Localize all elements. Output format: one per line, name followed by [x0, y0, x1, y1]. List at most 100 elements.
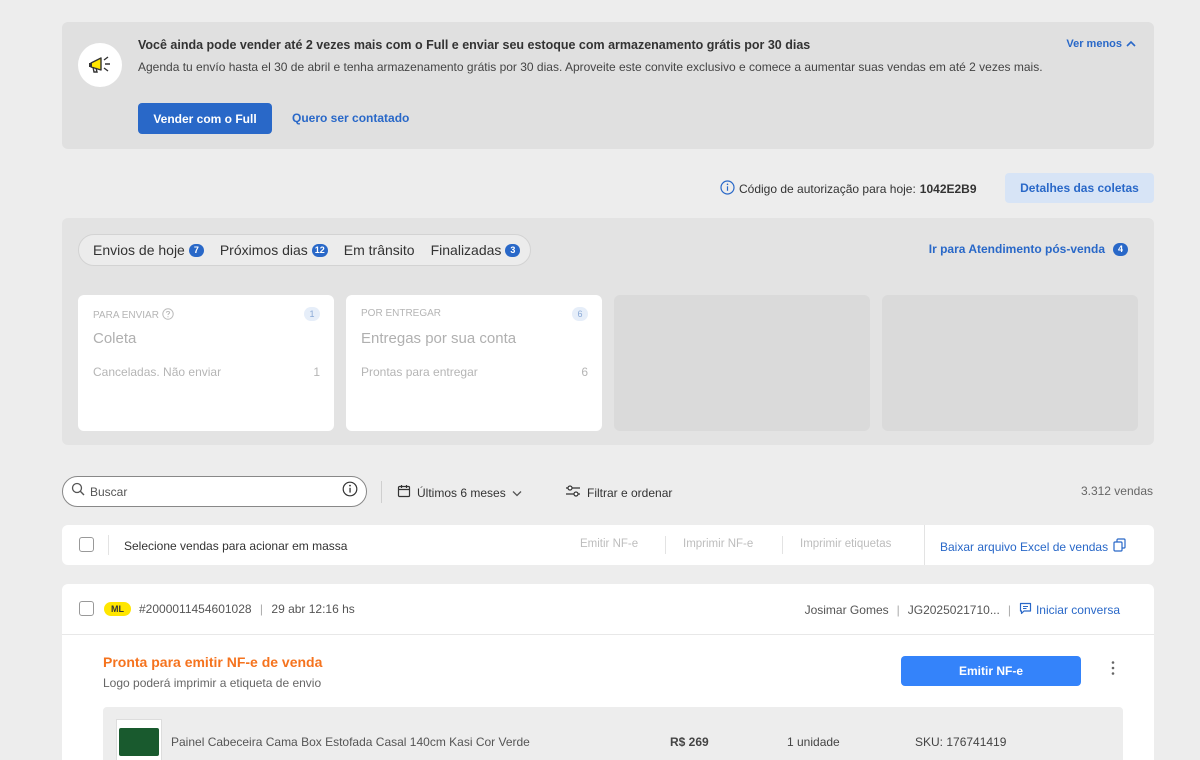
divider — [924, 525, 925, 565]
ml-badge: ML — [104, 602, 131, 616]
card-row[interactable]: Prontas para entregar 6 — [361, 365, 588, 379]
info-icon — [720, 180, 735, 198]
order-card: ML #2000011454601028 | 29 abr 12:16 hs J… — [62, 584, 1154, 760]
chat-icon — [1019, 602, 1032, 618]
tab-count-badge: 12 — [311, 243, 328, 257]
buyer-code: JG2025021710... — [907, 603, 1000, 617]
card-row-label: Canceladas. Não enviar — [93, 365, 222, 379]
bulk-actions-bar: Selecione vendas para acionar em massa E… — [62, 525, 1154, 565]
chevron-up-icon — [1126, 38, 1136, 50]
order-status-title: Pronta para emitir NF-e de venda — [103, 654, 323, 670]
order-buyer-info: Josimar Gomes | JG2025021710... | Inicia… — [805, 602, 1120, 618]
post-sale-label: Ir para Atendimento pós-venda — [928, 242, 1105, 256]
pickup-details-button[interactable]: Detalhes das coletas — [1005, 173, 1154, 203]
sales-count: 3.312 vendas — [1080, 484, 1153, 498]
tab-label: Em trânsito — [343, 242, 415, 258]
card-row-label: Prontas para entregar — [361, 365, 478, 379]
divider — [381, 481, 382, 503]
copy-icon — [1113, 538, 1126, 555]
bulk-label: Selecione vendas para acionar em massa — [124, 539, 348, 553]
card-title: Coleta — [93, 330, 137, 347]
more-options-icon[interactable] — [1111, 660, 1115, 680]
card-label: POR ENTREGAR — [361, 308, 441, 319]
bulk-print-nfe[interactable]: Imprimir NF-e — [683, 538, 753, 550]
sliders-icon — [565, 484, 581, 501]
order-header: ML #2000011454601028 | 29 abr 12:16 hs J… — [62, 584, 1154, 635]
order-id-date: #2000011454601028 | 29 abr 12:16 hs — [139, 602, 355, 616]
separator: | — [896, 603, 900, 617]
bulk-emit-nfe[interactable]: Emitir NF-e — [580, 538, 638, 550]
authorization-code: Código de autorização para hoje: 1042E2B… — [720, 180, 977, 198]
banner-title: Você ainda pode vender até 2 vezes mais … — [138, 38, 811, 52]
shipments-panel: Envios de hoje 7 Próximos dias 12 Em trâ… — [62, 218, 1154, 445]
card-row-value: 1 — [313, 365, 320, 379]
search-box[interactable] — [62, 476, 367, 507]
tab-in-transit[interactable]: Em trânsito — [344, 242, 415, 258]
order-date: 29 abr 12:16 hs — [271, 602, 355, 616]
post-sale-link[interactable]: Ir para Atendimento pós-venda 4 — [929, 242, 1128, 256]
shipment-tabs: Envios de hoje 7 Próximos dias 12 Em trâ… — [78, 234, 532, 266]
order-checkbox[interactable] — [79, 601, 94, 616]
tab-today[interactable]: Envios de hoje 7 — [93, 242, 204, 258]
divider — [782, 536, 783, 554]
post-sale-badge: 4 — [1113, 242, 1128, 256]
separator: | — [259, 602, 264, 616]
tab-label: Finalizadas — [430, 242, 502, 258]
filter-sort-button[interactable]: Filtrar e ordenar — [565, 484, 672, 501]
start-chat-link[interactable]: Iniciar conversa — [1019, 602, 1120, 618]
search-input[interactable] — [90, 484, 342, 499]
card-placeholder — [882, 295, 1138, 431]
card-to-deliver[interactable]: POR ENTREGAR 6 Entregas por sua conta Pr… — [346, 295, 602, 431]
product-sku: SKU: 176741419 — [915, 735, 1007, 749]
see-less-label: Ver menos — [1066, 38, 1122, 50]
card-row-value: 6 — [581, 365, 588, 379]
period-dropdown[interactable]: Últimos 6 meses — [397, 484, 522, 501]
authorization-label: Código de autorização para hoje: — [739, 182, 916, 196]
product-name[interactable]: Painel Cabeceira Cama Box Estofada Casal… — [171, 735, 530, 749]
megaphone-icon — [78, 43, 122, 87]
divider — [665, 536, 666, 554]
banner-description: Agenda tu envío hasta el 30 de abril e t… — [138, 60, 1043, 74]
product-quantity: 1 unidade — [787, 735, 840, 749]
info-icon[interactable] — [342, 481, 358, 502]
filter-sort-label: Filtrar e ordenar — [587, 485, 673, 500]
product-price: R$ 269 — [670, 735, 709, 749]
start-chat-label: Iniciar conversa — [1035, 603, 1120, 617]
download-excel-link[interactable]: Baixar arquivo Excel de vendas — [940, 538, 1126, 555]
card-row[interactable]: Canceladas. Não enviar 1 — [93, 365, 320, 379]
help-icon[interactable] — [162, 308, 174, 323]
tab-count-badge: 7 — [188, 243, 204, 257]
download-excel-label: Baixar arquivo Excel de vendas — [940, 539, 1109, 554]
tab-label: Envios de hoje — [93, 242, 185, 258]
divider — [108, 535, 109, 555]
tab-finished[interactable]: Finalizadas 3 — [431, 242, 521, 258]
chevron-down-icon — [512, 486, 522, 500]
buyer-name[interactable]: Josimar Gomes — [805, 603, 889, 617]
emit-nfe-button[interactable]: Emitir NF-e — [901, 656, 1081, 686]
see-less-toggle[interactable]: Ver menos — [1066, 38, 1136, 50]
card-count: 1 — [304, 307, 320, 321]
select-all-checkbox[interactable] — [79, 537, 94, 552]
card-placeholder — [614, 295, 870, 431]
bulk-print-labels[interactable]: Imprimir etiquetas — [800, 538, 891, 550]
card-count: 6 — [572, 307, 588, 321]
period-label: Últimos 6 meses — [417, 485, 506, 500]
order-id[interactable]: #2000011454601028 — [139, 602, 252, 616]
authorization-value: 1042E2B9 — [919, 182, 977, 196]
card-title: Entregas por sua conta — [361, 330, 517, 347]
card-label: PARA ENVIAR — [93, 308, 174, 323]
sell-with-full-button[interactable]: Vender com o Full — [138, 103, 272, 134]
tab-count-badge: 3 — [505, 243, 521, 257]
calendar-icon — [397, 484, 411, 501]
full-promo-banner: Você ainda pode vender até 2 vezes mais … — [62, 22, 1154, 149]
product-thumbnail[interactable] — [116, 719, 162, 760]
card-to-ship[interactable]: PARA ENVIAR 1 Coleta Canceladas. Não env… — [78, 295, 334, 431]
search-icon — [71, 482, 85, 501]
tab-label: Próximos dias — [219, 242, 308, 258]
tab-next-days[interactable]: Próximos dias 12 — [220, 242, 328, 258]
contact-me-link[interactable]: Quero ser contatado — [292, 111, 409, 125]
card-label-text: PARA ENVIAR — [93, 310, 159, 321]
product-image — [119, 728, 159, 756]
order-status-subtitle: Logo poderá imprimir a etiqueta de envio — [103, 676, 322, 690]
separator: | — [1007, 603, 1011, 617]
